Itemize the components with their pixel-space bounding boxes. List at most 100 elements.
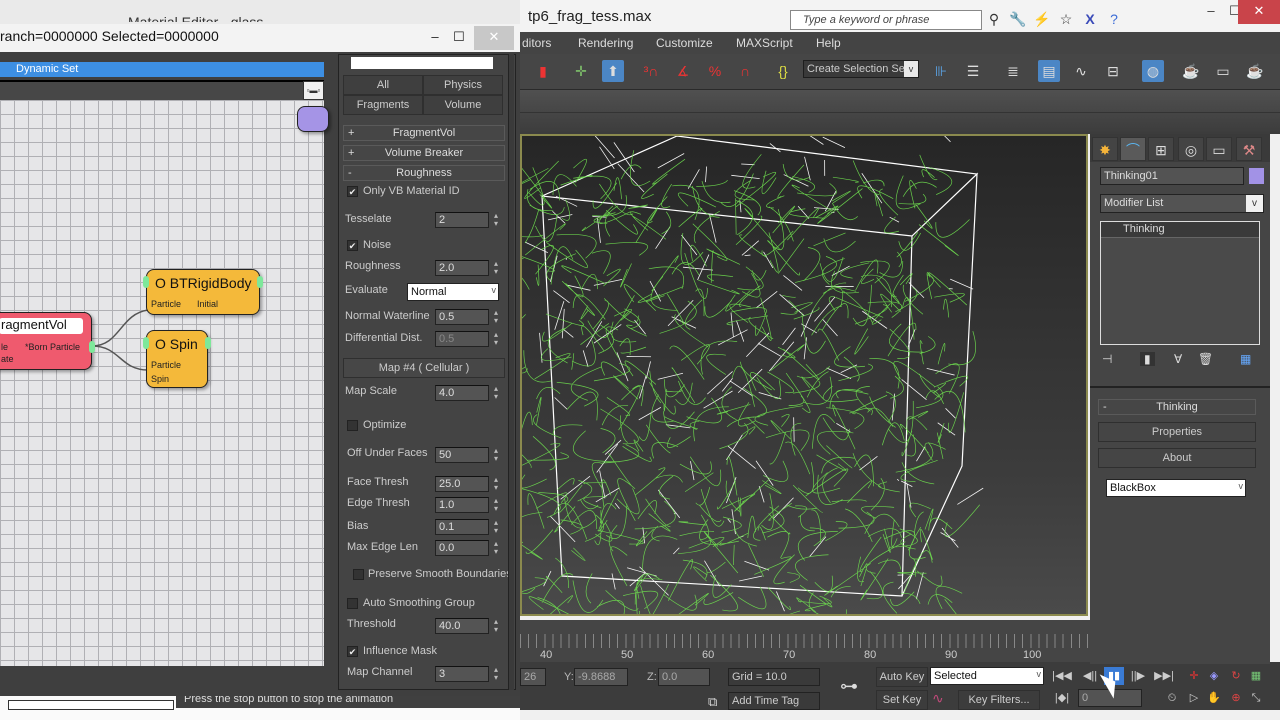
key-mode-dropdown[interactable]: Selected v xyxy=(930,667,1044,685)
spinner-arrows-icon[interactable]: ▴ ▾ xyxy=(491,497,501,513)
rollout-roughness[interactable]: - Roughness xyxy=(343,165,505,181)
maxscript-listener-field[interactable] xyxy=(8,700,174,710)
y-coordinate-field[interactable]: -9.8688 xyxy=(574,668,628,686)
time-config-icon[interactable]: ⏲ xyxy=(1162,689,1182,707)
key-filters-button[interactable]: Key Filters... xyxy=(958,690,1040,710)
orbit-icon[interactable]: ↻ xyxy=(1226,667,1246,685)
curve-editor-icon[interactable]: ∿ xyxy=(1070,60,1092,82)
depot-dropdown[interactable] xyxy=(351,57,493,69)
blackbox-dropdown[interactable]: BlackBox v xyxy=(1106,479,1246,497)
zoom-extents-icon[interactable]: ◈ xyxy=(1204,667,1224,685)
help-icon[interactable]: ? xyxy=(1105,10,1123,28)
filter-all-button[interactable]: All xyxy=(343,75,423,95)
noise-checkbox[interactable]: ✔ xyxy=(347,240,358,251)
schematic-view-icon[interactable]: ⊟ xyxy=(1102,60,1124,82)
map-channel-spinner[interactable]: 3 xyxy=(435,666,489,682)
z-coordinate-field[interactable]: 0.0 xyxy=(658,668,710,686)
percent-snap-icon[interactable]: % xyxy=(704,60,726,82)
remove-modifier-icon[interactable]: 🗑 xyxy=(1198,352,1213,366)
move-icon[interactable]: ✛ xyxy=(570,60,592,82)
properties-button[interactable]: Properties xyxy=(1098,422,1256,442)
render-setup-icon[interactable]: ☕ xyxy=(1180,60,1202,82)
key-icon[interactable]: ⊶ xyxy=(840,676,858,697)
off-under-faces-spinner[interactable]: 50 xyxy=(435,447,489,463)
create-selection-set-dropdown[interactable]: Create Selection Se v xyxy=(803,60,919,78)
create-tab-icon[interactable]: ✸ xyxy=(1092,137,1118,161)
modifier-list-dropdown[interactable]: Modifier List v xyxy=(1100,194,1264,213)
roughness-spinner[interactable]: 2.0 xyxy=(435,260,489,276)
output-port[interactable] xyxy=(89,341,95,353)
satellite-icon[interactable]: ⚡ xyxy=(1033,10,1051,28)
filter-fragments-button[interactable]: Fragments xyxy=(343,95,423,115)
maximize-viewport-icon[interactable]: ▦ xyxy=(1246,667,1266,685)
key-tangent-icon[interactable]: ∿ xyxy=(932,690,944,707)
evaluate-dropdown[interactable]: Normal v xyxy=(407,283,499,301)
spinner-arrows-icon[interactable]: ▴ ▾ xyxy=(491,618,501,634)
layer-manager-icon[interactable]: ≣ xyxy=(1002,60,1024,82)
add-time-tag-button[interactable]: Add Time Tag xyxy=(728,692,820,710)
dynamic-set-bar[interactable]: Dynamic Set xyxy=(0,62,324,77)
key-icon[interactable]: 🔧 xyxy=(1009,10,1027,28)
search-input[interactable]: Type a keyword or phrase xyxy=(790,10,982,30)
input-port[interactable] xyxy=(143,337,149,349)
spinner-arrows-icon[interactable]: ▴ ▾ xyxy=(491,476,501,492)
only-vb-material-id-checkbox[interactable]: ✔ xyxy=(347,186,358,197)
material-editor-icon[interactable]: ◍ xyxy=(1142,60,1164,82)
spinner-arrows-icon[interactable]: ▴ ▾ xyxy=(491,331,501,347)
isolate-icon[interactable]: ⧉ xyxy=(708,694,717,710)
map-button[interactable]: Map #4 ( Cellular ) xyxy=(343,358,505,378)
make-unique-icon[interactable]: ∀ xyxy=(1174,352,1182,366)
spinner-snap-icon[interactable]: ∩ xyxy=(734,60,756,82)
btrigidbody-node[interactable]: O BTRigidBody Particle Initial xyxy=(143,269,263,315)
map-scale-spinner[interactable]: 4.0 xyxy=(435,385,489,401)
star-icon[interactable]: ☆ xyxy=(1057,10,1075,28)
menu-maxscript[interactable]: MAXScript xyxy=(736,36,793,50)
snap-3d-icon[interactable]: ³∩ xyxy=(640,60,662,82)
align-icon[interactable]: ☰ xyxy=(962,60,984,82)
optimize-checkbox[interactable] xyxy=(347,420,358,431)
arc-rotate-icon[interactable]: ⊕ xyxy=(1226,689,1246,707)
object-color-swatch[interactable] xyxy=(1249,168,1264,184)
output-port[interactable] xyxy=(205,337,211,349)
overview-toggle-icon[interactable]: ▫▬▫ xyxy=(303,81,324,100)
normal-waterline-spinner[interactable]: 0.5 xyxy=(435,309,489,325)
scene-explorer-icon[interactable]: ▤ xyxy=(1038,60,1060,82)
modify-tab-icon[interactable]: ⌒ xyxy=(1120,137,1146,161)
spinner-arrows-icon[interactable]: ▴ ▾ xyxy=(491,212,501,228)
hierarchy-tab-icon[interactable]: ⊞ xyxy=(1148,137,1174,161)
spinner-arrows-icon[interactable]: ▴ ▾ xyxy=(491,540,501,556)
goto-end-icon[interactable]: ▶▶| xyxy=(1154,667,1174,685)
edge-thresh-spinner[interactable]: 1.0 xyxy=(435,497,489,513)
material-editor-window[interactable]: Material Editor - glass xyxy=(0,0,520,24)
mirror-icon[interactable]: ⊪ xyxy=(930,60,952,82)
close-button[interactable]: ✕ xyxy=(1238,0,1280,24)
particle-graph-canvas[interactable]: ragmentVol le *Born Particle ate O BTRig… xyxy=(0,100,329,666)
utilities-tab-icon[interactable]: ⚒ xyxy=(1236,137,1262,161)
goto-start-icon[interactable]: |◀◀ xyxy=(1052,667,1072,685)
rollout-volume-breaker[interactable]: + Volume Breaker xyxy=(343,145,505,161)
object-name-field[interactable]: Thinking01 xyxy=(1100,167,1244,185)
min-max-toggle-icon[interactable]: ⤡ xyxy=(1246,689,1266,707)
spinner-arrows-icon[interactable]: ▴ ▾ xyxy=(491,666,501,682)
differential-dist-spinner[interactable]: 0.5 xyxy=(435,331,489,347)
select-object-icon[interactable]: ⬆ xyxy=(602,60,624,82)
face-thresh-spinner[interactable]: 25.0 xyxy=(435,476,489,492)
pin-stack-icon[interactable]: ⊣ xyxy=(1102,352,1112,366)
next-frame-icon[interactable]: ||▶ xyxy=(1128,667,1148,685)
fragmentvol-node[interactable]: ragmentVol le *Born Particle ate xyxy=(0,312,95,370)
spinner-arrows-icon[interactable]: ▴ ▾ xyxy=(491,260,501,276)
pf-maximize-button[interactable]: ☐ xyxy=(444,26,474,50)
spin-node[interactable]: O Spin Particle Spin xyxy=(143,330,211,388)
menu-editors[interactable]: ditors xyxy=(522,36,551,50)
menu-rendering[interactable]: Rendering xyxy=(578,36,633,50)
spinner-arrows-icon[interactable]: ▴ ▾ xyxy=(491,385,501,401)
spinner-arrows-icon[interactable]: ▴ ▾ xyxy=(491,519,501,535)
set-key-button[interactable]: Set Key xyxy=(876,690,928,710)
angle-snap-icon[interactable]: ∡ xyxy=(672,60,694,82)
max-edge-len-spinner[interactable]: 0.0 xyxy=(435,540,489,556)
exchange-icon[interactable]: X xyxy=(1081,10,1099,28)
perspective-viewport[interactable] xyxy=(520,134,1088,616)
bias-spinner[interactable]: 0.1 xyxy=(435,519,489,535)
rollout-fragmentvol[interactable]: + FragmentVol xyxy=(343,125,505,141)
auto-key-button[interactable]: Auto Key xyxy=(876,667,928,687)
